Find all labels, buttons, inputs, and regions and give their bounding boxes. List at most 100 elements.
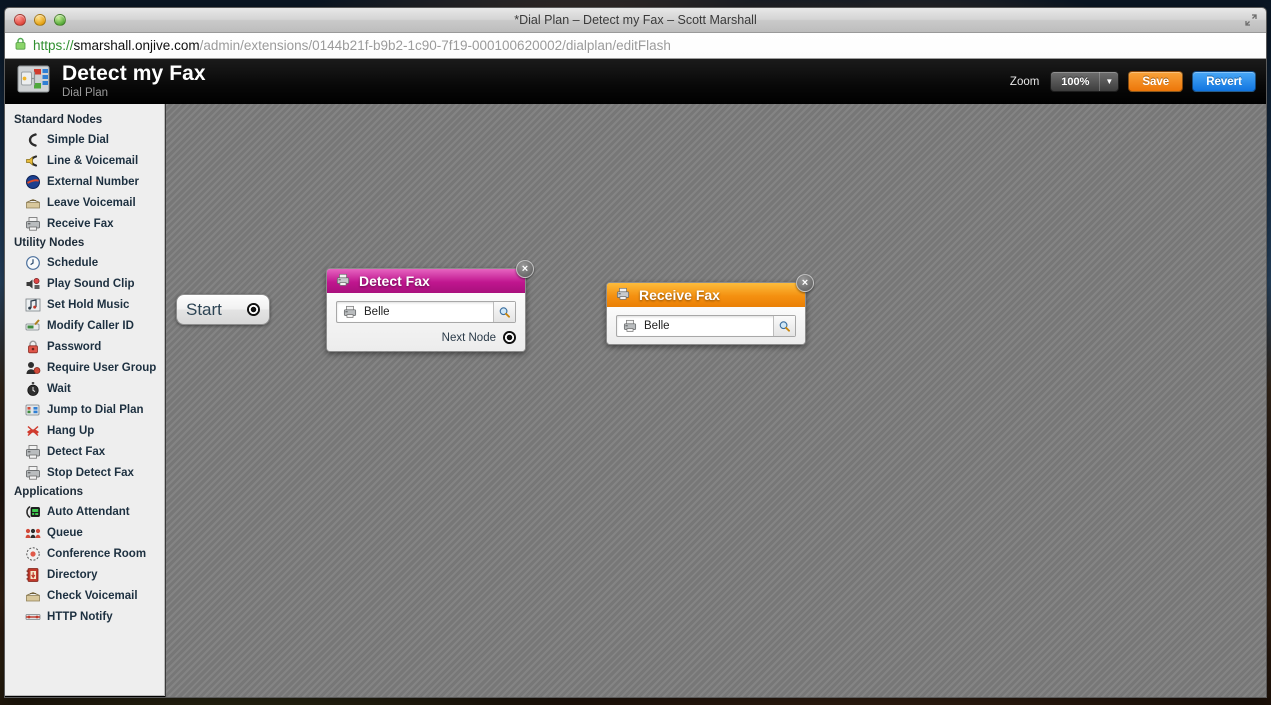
http-notify-icon xyxy=(25,609,41,625)
auto-attendant-icon xyxy=(25,504,41,520)
url-text: https://smarshall.onjive.com/admin/exten… xyxy=(33,38,671,53)
padlock-icon xyxy=(25,339,41,355)
palette-item-label: Jump to Dial Plan xyxy=(47,404,144,416)
node-receive-fax[interactable]: × Receive Fax xyxy=(606,282,806,345)
palette-item-label: Queue xyxy=(47,527,83,539)
magnifier-icon[interactable] xyxy=(773,316,795,336)
palette-item-leave-voicemail[interactable]: Leave Voicemail xyxy=(5,192,164,213)
hangup-icon xyxy=(25,423,41,439)
fax-machine-icon xyxy=(25,444,41,460)
field-value: Belle xyxy=(644,320,670,332)
palette-item-jump-to-dial-plan[interactable]: Jump to Dial Plan xyxy=(5,399,164,420)
palette-item-label: Schedule xyxy=(47,257,98,269)
save-button[interactable]: Save xyxy=(1128,71,1183,92)
palette-item-http-notify[interactable]: HTTP Notify xyxy=(5,606,164,627)
queue-icon xyxy=(25,525,41,541)
node-title: Receive Fax xyxy=(639,287,720,303)
mailbox-icon xyxy=(25,195,41,211)
close-window-button[interactable] xyxy=(14,14,26,26)
palette-item-conference-room[interactable]: Conference Room xyxy=(5,543,164,564)
palette-bottom-filler xyxy=(5,697,165,698)
node-body: Belle Next Node xyxy=(327,293,525,351)
close-icon[interactable]: × xyxy=(516,260,534,278)
palette-item-require-user-group[interactable]: Require User Group xyxy=(5,357,164,378)
address-bar[interactable]: https://smarshall.onjive.com/admin/exten… xyxy=(5,33,1266,59)
palette-item-stop-detect-fax[interactable]: Stop Detect Fax xyxy=(5,462,164,483)
directory-icon xyxy=(25,567,41,583)
node-header[interactable]: Detect Fax xyxy=(327,269,525,293)
conference-room-icon xyxy=(25,546,41,562)
fax-machine-icon xyxy=(336,273,352,289)
field-content: Belle xyxy=(617,316,773,336)
field-value: Belle xyxy=(364,306,390,318)
url-host: smarshall.onjive.com xyxy=(74,38,200,53)
window-title: *Dial Plan – Detect my Fax – Scott Marsh… xyxy=(5,13,1266,27)
app-title-block: Detect my Fax Dial Plan xyxy=(62,63,206,99)
fax-destination-field[interactable]: Belle xyxy=(616,315,796,337)
palette-item-check-voicemail[interactable]: Check Voicemail xyxy=(5,585,164,606)
magnifier-icon[interactable] xyxy=(493,302,515,322)
start-node[interactable]: Start xyxy=(176,294,270,325)
revert-button[interactable]: Revert xyxy=(1192,71,1256,92)
palette-group-standard-nodes: Standard Nodes xyxy=(5,111,164,129)
palette-item-label: Leave Voicemail xyxy=(47,197,136,209)
close-icon[interactable]: × xyxy=(796,274,814,292)
palette-item-label: Stop Detect Fax xyxy=(47,467,134,479)
palette-item-directory[interactable]: Directory xyxy=(5,564,164,585)
music-note-icon xyxy=(25,297,41,313)
palette-item-label: Detect Fax xyxy=(47,446,105,458)
page-subtitle: Dial Plan xyxy=(62,87,206,99)
fullscreen-icon[interactable] xyxy=(1244,13,1258,27)
palette-item-label: Auto Attendant xyxy=(47,506,130,518)
fax-destination-field[interactable]: Belle xyxy=(336,301,516,323)
zoom-label: Zoom xyxy=(1010,76,1039,88)
url-path: /admin/extensions/0144b21f-b9b2-1c90-7f1… xyxy=(200,38,671,53)
connector-wires xyxy=(166,104,466,254)
minimize-window-button[interactable] xyxy=(34,14,46,26)
jump-dialplan-icon xyxy=(25,402,41,418)
user-group-icon xyxy=(25,360,41,376)
palette-item-label: Wait xyxy=(47,383,71,395)
palette-item-line-voicemail[interactable]: Line & Voicemail xyxy=(5,150,164,171)
palette-item-label: Modify Caller ID xyxy=(47,320,134,332)
node-title: Detect Fax xyxy=(359,273,430,289)
fax-machine-icon xyxy=(25,465,41,481)
node-palette: Standard Nodes Simple Dial Line & Voicem… xyxy=(5,104,165,696)
dialplan-canvas[interactable]: Start × Detect Fax xyxy=(165,104,1266,698)
palette-item-receive-fax[interactable]: Receive Fax xyxy=(5,213,164,234)
palette-item-set-hold-music[interactable]: Set Hold Music xyxy=(5,294,164,315)
next-node-label: Next Node xyxy=(442,332,496,344)
palette-item-label: Require User Group xyxy=(47,362,156,374)
palette-item-schedule[interactable]: Schedule xyxy=(5,252,164,273)
palette-item-wait[interactable]: Wait xyxy=(5,378,164,399)
palette-item-modify-caller-id[interactable]: Modify Caller ID xyxy=(5,315,164,336)
chevron-down-icon[interactable]: ▼ xyxy=(1099,72,1118,91)
lock-icon xyxy=(15,37,26,55)
palette-item-hang-up[interactable]: Hang Up xyxy=(5,420,164,441)
output-port[interactable] xyxy=(247,303,260,316)
page-title: Detect my Fax xyxy=(62,63,206,85)
stopwatch-icon xyxy=(25,381,41,397)
palette-item-play-sound-clip[interactable]: Play Sound Clip xyxy=(5,273,164,294)
zoom-select[interactable]: 100% ▼ xyxy=(1050,71,1119,92)
next-node-output-port[interactable] xyxy=(503,331,516,344)
zoom-window-button[interactable] xyxy=(54,14,66,26)
field-content: Belle xyxy=(337,302,493,322)
browser-window: *Dial Plan – Detect my Fax – Scott Marsh… xyxy=(4,7,1267,698)
palette-item-detect-fax[interactable]: Detect Fax xyxy=(5,441,164,462)
palette-item-external-number[interactable]: External Number xyxy=(5,171,164,192)
palette-item-auto-attendant[interactable]: Auto Attendant xyxy=(5,501,164,522)
palette-item-password[interactable]: Password xyxy=(5,336,164,357)
phone-handset-icon xyxy=(25,132,41,148)
node-detect-fax[interactable]: × Detect Fax xyxy=(326,268,526,352)
palette-item-label: Receive Fax xyxy=(47,218,114,230)
palette-item-label: Line & Voicemail xyxy=(47,155,138,167)
fax-machine-icon xyxy=(616,287,632,303)
node-header[interactable]: Receive Fax xyxy=(607,283,805,307)
start-node-label: Start xyxy=(186,300,222,320)
app-header: Detect my Fax Dial Plan Zoom 100% ▼ Save… xyxy=(5,59,1266,104)
palette-group-utility-nodes: Utility Nodes xyxy=(5,234,164,252)
palette-item-simple-dial[interactable]: Simple Dial xyxy=(5,129,164,150)
palette-item-label: HTTP Notify xyxy=(47,611,113,623)
palette-item-queue[interactable]: Queue xyxy=(5,522,164,543)
